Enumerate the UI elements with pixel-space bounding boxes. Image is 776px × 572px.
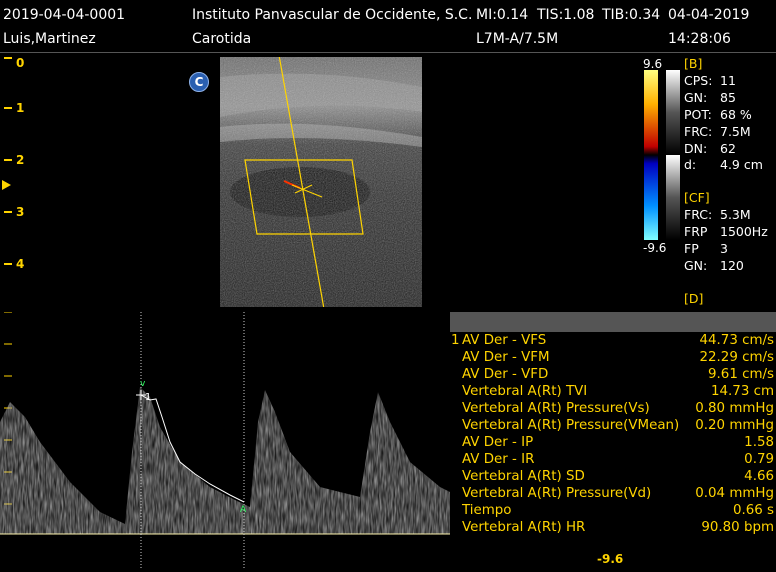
institution-name: Instituto Panvascular de Occidente, S.C. xyxy=(192,7,473,23)
doppler-header: [D] xyxy=(684,290,704,306)
measurement-row: 1 AV Der - VFS 44.73 cm/s xyxy=(451,333,774,348)
param-row: GN: 85 xyxy=(684,89,736,105)
header-divider xyxy=(0,52,776,53)
color-flow-header: [CF] xyxy=(684,190,710,206)
measurement-row: AV Der - IR 0.79 xyxy=(462,452,774,467)
param-row: d: 4.9 cm xyxy=(684,157,763,173)
thermal-index-bone: TIB:0.34 xyxy=(602,7,661,23)
param-row: POT: 68 % xyxy=(684,106,752,122)
svg-text:v: v xyxy=(140,379,146,389)
b-mode-header: [B] xyxy=(684,56,703,71)
depth-tick xyxy=(4,159,12,161)
param-row: CPS: 11 xyxy=(684,72,736,88)
param-row: FP 3 xyxy=(684,241,728,257)
svg-text:A: A xyxy=(240,505,247,515)
exam-time: 14:28:06 xyxy=(668,31,731,47)
measurement-row: Vertebral A(Rt) Pressure(Vs) 0.80 mmHg xyxy=(462,401,774,416)
exam-date: 04-04-2019 xyxy=(668,7,750,23)
depth-label-0: 0 xyxy=(16,56,25,70)
mechanical-index: MI:0.14 xyxy=(476,7,529,23)
measurement-row: Vertebral A(Rt) Pressure(Vd) 0.04 mmHg xyxy=(462,486,774,501)
probe-label: L7M-A/7.5M xyxy=(476,31,559,47)
patient-name: Luis,Martinez xyxy=(3,31,96,47)
depth-label-1: 1 xyxy=(16,101,25,115)
depth-tick xyxy=(4,57,12,59)
color-scale-bottom: -9.6 xyxy=(643,241,667,255)
measurement-row: Tiempo 0.66 s xyxy=(462,503,774,518)
doppler-scale-bottom: -9.6 xyxy=(597,552,624,566)
depth-label-2: 2 xyxy=(16,153,25,167)
depth-tick xyxy=(4,263,12,265)
thermal-index-soft: TIS:1.08 xyxy=(537,7,595,23)
depth-label-4: 4 xyxy=(16,257,25,271)
measurement-panel: 1 AV Der - VFS 44.73 cm/s AV Der - VFM 22.2… xyxy=(450,312,776,538)
measurement-row: Vertebral A(Rt) Pressure(VMean) 0.20 mmHg xyxy=(462,418,774,433)
param-row: GN: 120 xyxy=(684,257,744,273)
focus-marker-icon xyxy=(2,180,11,190)
param-row: FRP 1500Hz xyxy=(684,224,768,240)
depth-tick xyxy=(4,211,12,213)
svg-text:1: 1 xyxy=(145,392,151,403)
depth-tick xyxy=(4,107,12,109)
exam-type: Carotida xyxy=(192,31,252,47)
patient-id: 2019-04-04-0001 xyxy=(3,7,126,23)
info-bar: 2019-04-04-0001 Instituto Panvascular de… xyxy=(0,0,776,52)
param-row: FRC: 7.5M xyxy=(684,123,751,139)
b-mode-image xyxy=(220,57,422,307)
param-row: FRC: 5.3M xyxy=(684,207,751,223)
measurement-row: AV Der - VFD 9.61 cm/s xyxy=(462,367,774,382)
parameter-panel: [B] CPS: 11 GN: 85 POT: 68 % FRC: 7.5M DN: 62… xyxy=(684,56,768,308)
color-bar-icon xyxy=(644,70,680,240)
spectral-doppler: v 1 A xyxy=(0,311,450,568)
measurement-row: AV Der - IP 1.58 xyxy=(462,435,774,450)
measurement-row: Vertebral A(Rt) HR 90.80 bpm xyxy=(462,520,774,535)
measurement-row: Vertebral A(Rt) SD 4.66 xyxy=(462,469,774,484)
param-row: DN: 62 xyxy=(684,140,736,156)
measurement-row: AV Der - VFM 22.29 cm/s xyxy=(462,350,774,365)
measurement-panel-header xyxy=(450,312,776,332)
color-scale-top: 9.6 xyxy=(643,57,663,71)
measurement-row: Vertebral A(Rt) TVI 14.73 cm xyxy=(462,384,774,399)
depth-label-3: 3 xyxy=(16,205,25,219)
color-mode-badge: C xyxy=(189,72,209,92)
